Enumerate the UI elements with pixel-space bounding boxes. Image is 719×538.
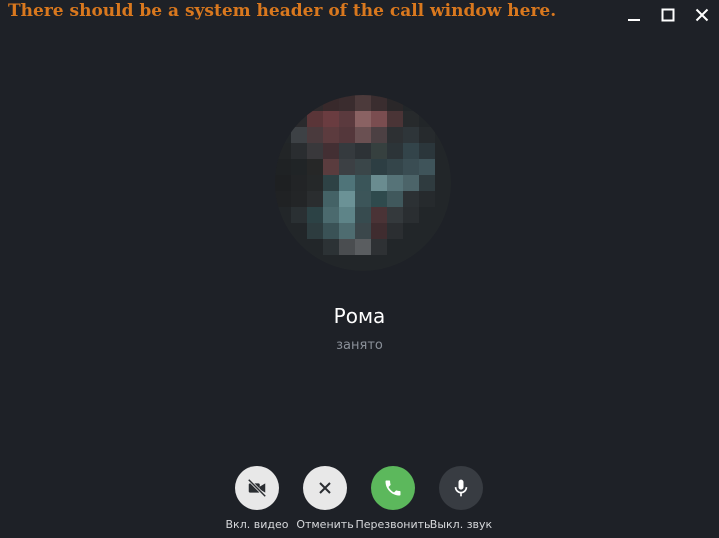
mute-control: Выкл. звук bbox=[416, 466, 506, 531]
header-placeholder-text: There should be a system header of the c… bbox=[8, 1, 557, 21]
contact-name: Рома bbox=[333, 304, 386, 328]
minimize-button[interactable] bbox=[625, 6, 643, 24]
avatar bbox=[275, 95, 451, 271]
video-toggle-button[interactable] bbox=[235, 466, 279, 510]
mute-button[interactable] bbox=[439, 466, 483, 510]
callback-button[interactable] bbox=[371, 466, 415, 510]
close-icon bbox=[319, 482, 331, 494]
maximize-icon bbox=[661, 8, 675, 22]
call-status: занято bbox=[336, 338, 383, 353]
window-controls bbox=[625, 6, 711, 24]
mute-label: Выкл. звук bbox=[429, 518, 493, 531]
video-off-icon bbox=[247, 478, 267, 498]
maximize-button[interactable] bbox=[659, 6, 677, 24]
minimize-icon bbox=[628, 19, 640, 21]
call-window: There should be a system header of the c… bbox=[0, 0, 719, 538]
microphone-icon bbox=[454, 479, 468, 497]
cancel-button[interactable] bbox=[303, 466, 347, 510]
avatar-image bbox=[275, 95, 451, 271]
phone-icon bbox=[385, 480, 401, 496]
close-button[interactable] bbox=[693, 6, 711, 24]
close-icon bbox=[695, 8, 709, 22]
